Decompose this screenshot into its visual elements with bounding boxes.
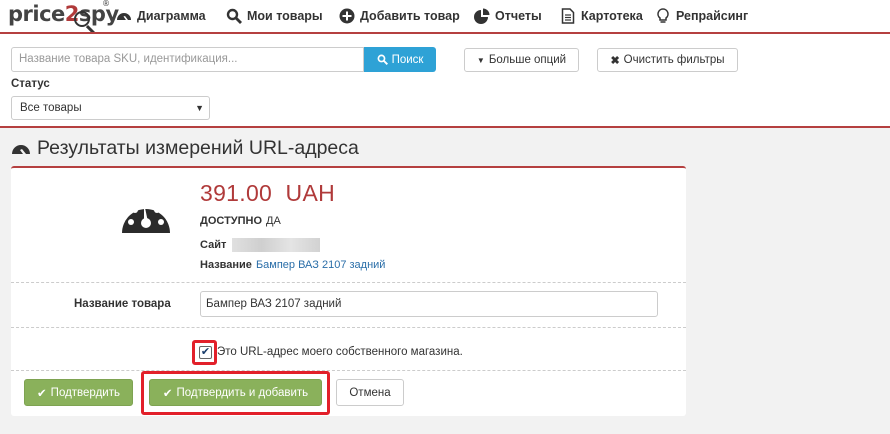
checkmark-icon: ✔ <box>200 346 211 358</box>
price2spy-logo[interactable]: price2spy ® <box>8 0 119 32</box>
measured-price: 391.00 UAH <box>200 180 335 207</box>
measurement-result-card: 391.00 UAH ДОСТУПНО ДА Сайт Название Бампе… <box>11 166 686 416</box>
status-label: Статус <box>11 78 50 90</box>
nav-item-label: Диаграмма <box>137 9 206 23</box>
own-store-checkbox[interactable]: ✔ <box>199 346 212 359</box>
page-title: Результаты измерений URL-адреса <box>11 135 359 161</box>
price-currency: UAH <box>285 180 336 206</box>
document-icon <box>561 8 575 24</box>
status-select[interactable]: Все товары ▼ <box>11 96 210 120</box>
cancel-button-label: Отмена <box>349 386 391 399</box>
check-icon: ✔ <box>37 387 47 400</box>
clear-filters-label: Очистить фильтры <box>623 54 725 66</box>
nav-item-repricing[interactable]: Репрайсинг <box>655 7 748 25</box>
nav-item-label: Репрайсинг <box>676 9 749 23</box>
availability-line: ДОСТУПНО ДА <box>200 215 281 227</box>
own-store-checkbox-label: Это URL-адрес моего собственного магазин… <box>217 346 463 358</box>
nav-item-my-products[interactable]: Мои товары <box>226 7 323 25</box>
divider <box>11 282 686 283</box>
nav-item-label: Добавить товар <box>360 9 460 23</box>
logo-registered-mark: ® <box>102 0 110 8</box>
page-title-text: Результаты измерений URL-адреса <box>37 136 359 159</box>
caret-down-icon: ▼ <box>195 103 204 113</box>
site-line: Сайт <box>200 238 321 252</box>
clear-filters-button[interactable]: ✖ Очистить фильтры <box>597 48 738 72</box>
top-navigation: price2spy ® Диаграмма Мои товары Добавит… <box>0 0 890 32</box>
plus-circle-icon <box>339 8 355 24</box>
product-name-link[interactable]: Бампер ВАЗ 2107 задний <box>256 259 386 271</box>
availability-label: ДОСТУПНО <box>200 215 263 227</box>
search-icon <box>226 8 242 24</box>
confirm-button-label: Подтвердить <box>50 386 120 399</box>
lightbulb-icon <box>657 8 669 23</box>
more-options-button[interactable]: ▼ Больше опций <box>464 48 579 72</box>
logo-text-price: price <box>8 2 65 26</box>
check-icon: ✔ <box>162 387 173 400</box>
product-name-field-label: Название товара <box>74 298 171 310</box>
close-icon: ✖ <box>610 54 620 67</box>
status-selected-value: Все товары <box>20 102 82 114</box>
pie-chart-icon <box>474 8 490 24</box>
divider <box>11 327 686 328</box>
nav-item-dashboard[interactable]: Диаграмма <box>116 7 206 25</box>
caret-down-icon: ▼ <box>476 55 485 65</box>
nav-item-label: Отчеты <box>495 9 542 23</box>
gauge-icon <box>122 203 170 233</box>
name-label: Название <box>200 259 252 271</box>
search-button-label: Поиск <box>391 53 424 66</box>
search-icon <box>377 54 388 65</box>
magnifier-icon <box>74 11 90 27</box>
search-button[interactable]: Поиск <box>364 47 436 72</box>
price-value: 391.00 <box>200 180 273 206</box>
confirm-button[interactable]: ✔ Подтвердить <box>24 379 133 406</box>
product-name-input[interactable]: Бампер ВАЗ 2107 задний <box>200 291 658 317</box>
nav-item-label: Мои товары <box>247 9 323 23</box>
filter-panel: Название товара SKU, идентификация... По… <box>0 32 890 128</box>
site-label: Сайт <box>200 238 227 251</box>
nav-item-catalog[interactable]: Картотека <box>560 7 643 25</box>
more-options-label: Больше опций <box>488 54 567 66</box>
dashboard-icon <box>117 13 131 20</box>
confirm-and-add-button[interactable]: ✔ Подтвердить и добавить <box>149 379 322 406</box>
availability-value: ДА <box>266 215 281 227</box>
search-input[interactable]: Название товара SKU, идентификация... <box>11 47 364 72</box>
name-line: Название Бампер ВАЗ 2107 задний <box>200 259 385 271</box>
cancel-button[interactable]: Отмена <box>336 379 404 406</box>
nav-item-reports[interactable]: Отчеты <box>474 7 542 25</box>
nav-item-label: Картотека <box>581 9 643 23</box>
nav-item-add-product[interactable]: Добавить товар <box>339 7 460 25</box>
confirm-and-add-button-label: Подтвердить и добавить <box>176 386 309 399</box>
dashboard-icon <box>12 145 30 154</box>
site-value-redacted <box>232 238 321 252</box>
divider <box>11 370 686 371</box>
